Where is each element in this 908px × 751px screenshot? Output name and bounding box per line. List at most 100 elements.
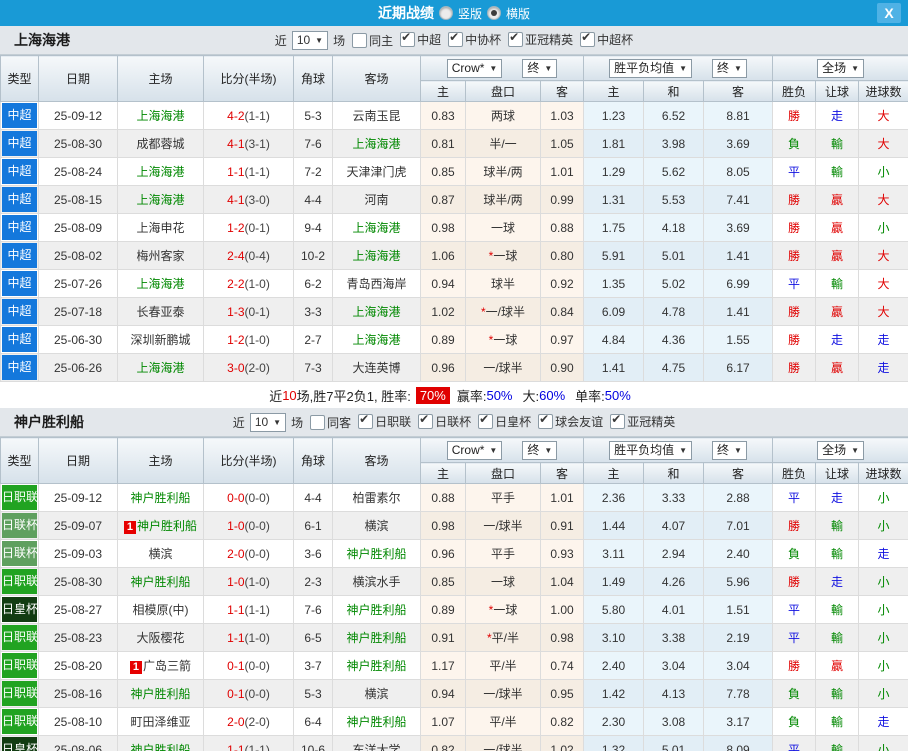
cell-home-team: 神户胜利船 — [117, 567, 204, 596]
cell-league-type: 日联杯 — [0, 539, 39, 568]
cell-draw-odds: 4.36 — [643, 325, 705, 354]
chevron-down-icon: ▼ — [734, 445, 742, 455]
checkbox-checked-icon[interactable]: ✔ — [400, 30, 416, 47]
cell-league-type: 中超 — [0, 101, 39, 130]
col-header-corner: 角球 — [293, 55, 333, 102]
col-header-corner: 角球 — [293, 437, 333, 484]
same-venue-checkbox-unchecked[interactable] — [352, 32, 368, 48]
match-count-select[interactable]: 10 ▼ — [291, 30, 329, 50]
wdl-average-select[interactable]: 胜平负均值 ▼ — [609, 440, 693, 460]
matches-table: 类型 日期 主场 比分(半场) 角球 客场 Crow* ▼ 终 ▼ 胜平负均值 ▼ 终… — [0, 55, 908, 382]
cell-win-odds: 1.35 — [583, 269, 645, 298]
cell-lose-odds: 8.09 — [703, 735, 774, 751]
radio-vertical-label[interactable]: 竖版 — [458, 5, 482, 22]
wdl-final-select[interactable]: 终 ▼ — [712, 58, 747, 78]
cell-odds-home: 0.91 — [420, 623, 466, 652]
cell-goals-result: 大 — [858, 269, 908, 298]
cell-date: 25-08-20 — [38, 651, 118, 680]
cell-lose-odds: 3.04 — [703, 651, 774, 680]
cell-lose-odds: 1.55 — [703, 325, 774, 354]
checkbox-checked-icon[interactable]: ✔ — [508, 30, 524, 47]
cell-away-team: 神户胜利船 — [332, 623, 421, 652]
cell-date: 25-08-02 — [38, 241, 118, 270]
league-filter[interactable]: ✔ 中超 — [393, 30, 441, 48]
cell-home-team: 大阪樱花 — [117, 623, 204, 652]
cell-away-team: 上海海港 — [332, 129, 421, 158]
cell-asian-result: 走 — [815, 325, 860, 354]
odds-company-select[interactable]: Crow* ▼ — [446, 440, 503, 460]
cell-odds-home: 1.17 — [420, 651, 466, 680]
radio-vertical-layout[interactable] — [438, 6, 453, 20]
cell-handicap: 平手 — [465, 483, 541, 512]
checkbox-checked-icon[interactable]: ✔ — [448, 30, 464, 47]
col-header-type: 类型 — [0, 55, 39, 102]
league-filter[interactable]: ✔ 日职联 — [351, 412, 411, 430]
chevron-down-icon: ▼ — [851, 445, 859, 455]
checkbox-checked-icon[interactable]: ✔ — [538, 412, 554, 429]
cell-away-team: 大连英博 — [332, 353, 421, 382]
cell-draw-odds: 5.02 — [643, 269, 705, 298]
cell-home-team: 上海海港 — [117, 353, 204, 382]
checkbox-checked-icon[interactable]: ✔ — [580, 30, 596, 47]
chevron-down-icon: ▼ — [679, 445, 688, 455]
odds-final-select[interactable]: 终 ▼ — [522, 440, 558, 460]
cell-corners: 6-1 — [293, 511, 333, 540]
subcol-draw: 和 — [643, 462, 705, 484]
cell-asian-result: 輸 — [815, 707, 860, 736]
cell-date: 25-09-12 — [38, 101, 118, 130]
same-venue-checkbox-unchecked[interactable] — [310, 414, 326, 430]
cell-league-type: 中超 — [0, 213, 39, 242]
radio-horizontal-label[interactable]: 横版 — [506, 5, 530, 22]
cell-corners: 7-2 — [293, 157, 333, 186]
cell-lose-odds: 7.78 — [703, 679, 774, 708]
cell-corners: 4-4 — [293, 185, 333, 214]
odds-company-select[interactable]: Crow* ▼ — [446, 58, 503, 78]
cell-lose-odds: 3.69 — [703, 129, 774, 158]
checkbox-checked-icon[interactable]: ✔ — [418, 412, 434, 429]
radio-horizontal-layout[interactable] — [487, 6, 501, 20]
league-filter[interactable]: ✔ 日联杯 — [411, 412, 471, 430]
cell-win-odds: 5.91 — [583, 241, 645, 270]
league-filter[interactable]: ✔ 球会友谊 — [531, 412, 603, 430]
scope-select[interactable]: 全场 ▼ — [817, 440, 864, 460]
win-rate-badge: 70% — [415, 386, 450, 404]
same-venue-label[interactable]: 同主 — [369, 32, 393, 49]
cell-handicap: 两球 — [465, 101, 541, 130]
cell-corners: 7-6 — [293, 129, 333, 158]
cell-handicap: *一球 — [465, 241, 541, 270]
wdl-average-select[interactable]: 胜平负均值 ▼ — [609, 58, 693, 78]
subcol-result: 胜负 — [772, 462, 817, 484]
league-filter[interactable]: ✔ 亚冠精英 — [501, 30, 573, 48]
cell-odds-home: 0.81 — [420, 129, 466, 158]
league-filter[interactable]: ✔ 中超杯 — [573, 30, 633, 48]
subcol-win: 主 — [583, 462, 645, 484]
match-count-select[interactable]: 10 ▼ — [249, 412, 287, 432]
cell-handicap: 一/球半 — [465, 353, 541, 382]
odds-final-select[interactable]: 终 ▼ — [522, 58, 558, 78]
match-row: 中超 25-07-18 长春亚泰 1-3(0-1) 3-3 上海海港 1.02 *一/球半 0.… — [0, 297, 908, 326]
scope-select[interactable]: 全场 ▼ — [817, 58, 864, 78]
cell-lose-odds: 6.17 — [703, 353, 774, 382]
checkbox-checked-icon[interactable]: ✔ — [478, 412, 494, 429]
cell-home-team: 1 广岛三箭 — [117, 651, 204, 680]
league-filter[interactable]: ✔ 日皇杯 — [471, 412, 531, 430]
cell-win-odds: 1.44 — [583, 511, 645, 540]
checkbox-checked-icon[interactable]: ✔ — [610, 412, 626, 429]
cell-odds-home: 0.83 — [420, 101, 466, 130]
cell-draw-odds: 4.01 — [643, 595, 705, 624]
cell-goals-result: 小 — [858, 157, 908, 186]
cell-asian-result: 輸 — [815, 269, 860, 298]
league-filter[interactable]: ✔ 中协杯 — [441, 30, 501, 48]
wdl-final-select[interactable]: 终 ▼ — [712, 440, 747, 460]
same-venue-label[interactable]: 同客 — [327, 414, 351, 431]
result-group-header: 全场 ▼ — [772, 437, 908, 463]
close-button[interactable]: X — [877, 3, 901, 23]
cell-draw-odds: 5.01 — [643, 735, 705, 751]
cell-win-odds: 2.40 — [583, 651, 645, 680]
cell-lose-odds: 8.05 — [703, 157, 774, 186]
cell-handicap: *一/球半 — [465, 297, 541, 326]
cell-result: 勝 — [772, 101, 817, 130]
checkbox-checked-icon[interactable]: ✔ — [358, 412, 374, 429]
league-filter[interactable]: ✔ 亚冠精英 — [603, 412, 675, 430]
cell-win-odds: 5.80 — [583, 595, 645, 624]
